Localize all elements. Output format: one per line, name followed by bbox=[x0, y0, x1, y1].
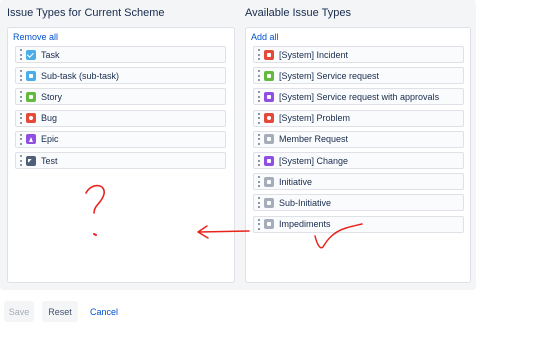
add-all-link[interactable]: Add all bbox=[251, 32, 279, 42]
item-label: Test bbox=[41, 155, 58, 166]
service-request-approvals-icon bbox=[264, 91, 274, 102]
available-item[interactable]: [System] Problem bbox=[253, 109, 464, 127]
item-label: [System] Service request with approvals bbox=[279, 91, 440, 102]
member-request-icon bbox=[264, 134, 274, 145]
drag-handle-icon[interactable] bbox=[18, 133, 23, 145]
drag-handle-icon[interactable] bbox=[256, 49, 261, 60]
drag-handle-icon[interactable] bbox=[18, 70, 23, 82]
bug-icon bbox=[26, 113, 36, 124]
save-button[interactable]: Save bbox=[4, 301, 34, 322]
drag-handle-icon[interactable] bbox=[256, 133, 261, 145]
drag-handle-icon[interactable] bbox=[256, 91, 261, 103]
available-types-list[interactable]: Add all [System] Incident [System] Servic… bbox=[245, 27, 471, 283]
story-icon bbox=[26, 91, 36, 102]
drag-handle-icon[interactable] bbox=[18, 112, 23, 124]
item-label: Member Request bbox=[279, 134, 349, 145]
scheme-item[interactable]: Test bbox=[15, 152, 226, 169]
available-item[interactable]: Member Request bbox=[253, 130, 464, 148]
available-item[interactable]: Impediments bbox=[253, 215, 464, 233]
item-label: [System] Problem bbox=[279, 113, 351, 124]
scheme-item[interactable]: Bug bbox=[15, 109, 226, 127]
subtask-icon bbox=[26, 70, 36, 81]
test-icon bbox=[26, 155, 36, 166]
available-item[interactable]: Initiative bbox=[253, 173, 464, 191]
scheme-item[interactable]: Sub-task (sub-task) bbox=[15, 67, 226, 85]
item-label: [System] Service request bbox=[279, 70, 380, 81]
problem-icon bbox=[264, 113, 274, 124]
item-label: Epic bbox=[41, 134, 59, 145]
item-label: [System] Change bbox=[279, 155, 349, 166]
epic-icon bbox=[26, 134, 36, 145]
service-request-icon bbox=[264, 70, 274, 81]
task-icon bbox=[26, 49, 36, 60]
drag-handle-icon[interactable] bbox=[18, 91, 23, 103]
item-label: Bug bbox=[41, 113, 58, 124]
incident-icon bbox=[264, 49, 274, 60]
cancel-button[interactable]: Cancel bbox=[84, 301, 124, 322]
sub-initiative-icon bbox=[264, 197, 274, 208]
current-scheme-list[interactable]: Remove all Task Sub-task (sub-task) Story B… bbox=[7, 27, 235, 283]
drag-handle-icon[interactable] bbox=[18, 49, 23, 60]
issue-type-scheme-panel: Issue Types for Current Scheme Available… bbox=[0, 0, 476, 290]
current-scheme-title: Issue Types for Current Scheme bbox=[7, 7, 165, 19]
scheme-item[interactable]: Story bbox=[15, 88, 226, 106]
available-item[interactable]: [System] Change bbox=[253, 152, 464, 169]
item-label: Initiative bbox=[279, 176, 313, 187]
item-label: Story bbox=[41, 91, 63, 102]
item-label: Task bbox=[41, 49, 60, 60]
drag-handle-icon[interactable] bbox=[256, 70, 261, 82]
available-item[interactable]: Sub-Initiative bbox=[253, 194, 464, 212]
drag-handle-icon[interactable] bbox=[18, 155, 23, 166]
item-label: Sub-Initiative bbox=[279, 197, 332, 208]
drag-handle-icon[interactable] bbox=[256, 218, 261, 230]
impediments-icon bbox=[264, 219, 274, 230]
scheme-item[interactable]: Task bbox=[15, 46, 226, 63]
available-item[interactable]: [System] Incident bbox=[253, 46, 464, 63]
drag-handle-icon[interactable] bbox=[256, 176, 261, 188]
remove-all-link[interactable]: Remove all bbox=[13, 32, 58, 42]
item-label: Sub-task (sub-task) bbox=[41, 70, 120, 81]
available-item[interactable]: [System] Service request bbox=[253, 67, 464, 85]
available-item[interactable]: [System] Service request with approvals bbox=[253, 88, 464, 106]
scheme-item[interactable]: Epic bbox=[15, 130, 226, 148]
drag-handle-icon[interactable] bbox=[256, 112, 261, 124]
drag-handle-icon[interactable] bbox=[256, 197, 261, 209]
change-icon bbox=[264, 155, 274, 166]
item-label: [System] Incident bbox=[279, 49, 349, 60]
available-types-title: Available Issue Types bbox=[245, 7, 351, 19]
item-label: Impediments bbox=[279, 219, 331, 230]
initiative-icon bbox=[264, 176, 274, 187]
reset-button[interactable]: Reset bbox=[42, 301, 78, 322]
drag-handle-icon[interactable] bbox=[256, 155, 261, 166]
